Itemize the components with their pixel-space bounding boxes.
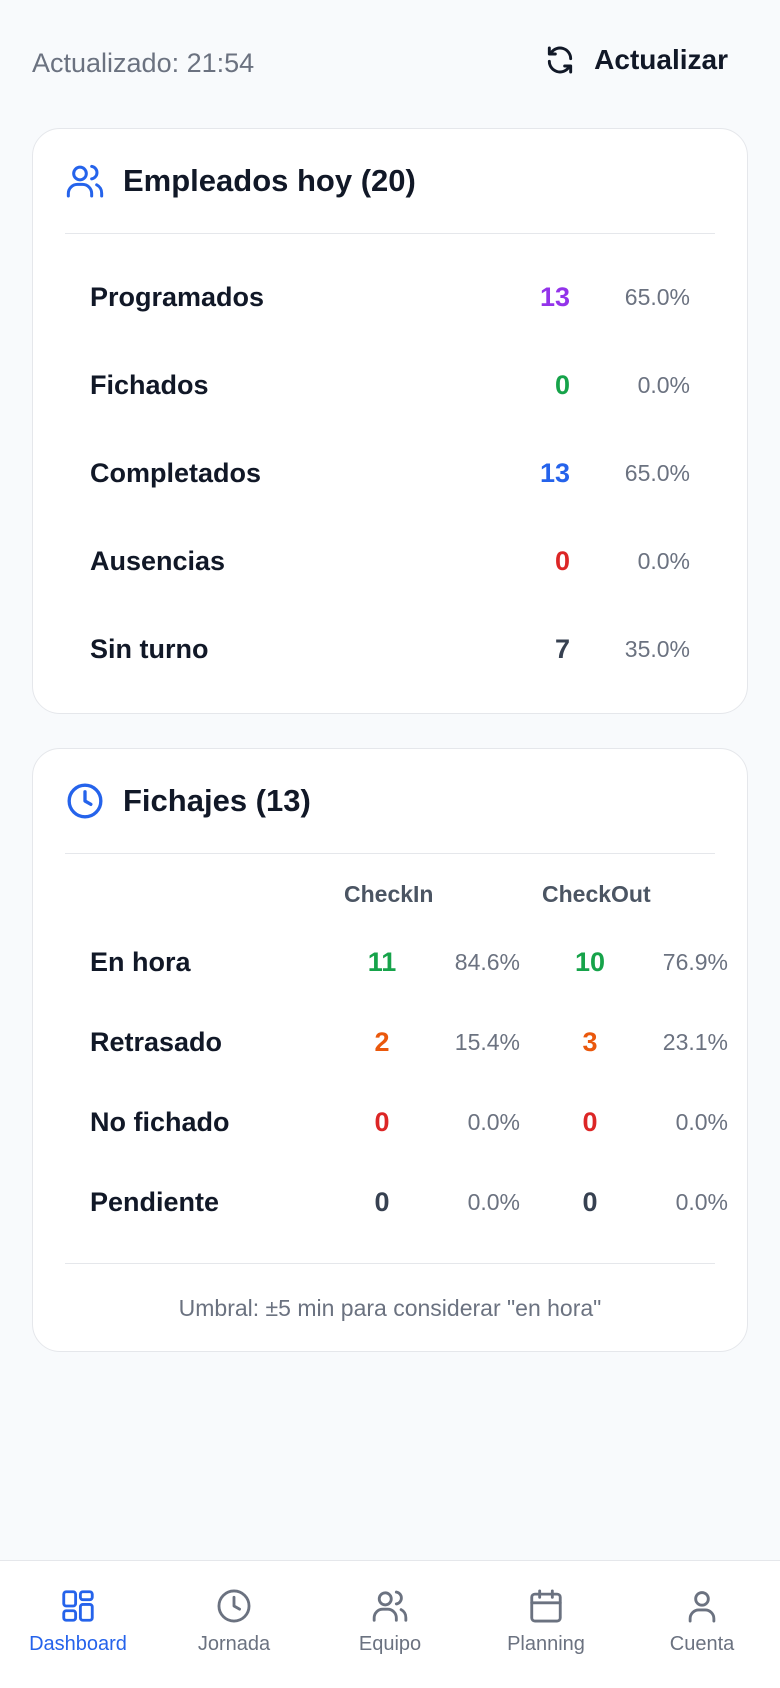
employees-card-title: Empleados hoy (20) (123, 163, 416, 198)
clock-icon (217, 1589, 251, 1623)
employee-stat-row: Programados 13 65.0% (90, 277, 690, 317)
checkin-percent: 0.0% (467, 1189, 520, 1215)
checkout-column-header: CheckOut (542, 881, 651, 907)
checkin-value: 2 (374, 1027, 390, 1057)
stat-percent: 0.0% (637, 547, 690, 574)
stat-percent: 65.0% (624, 459, 690, 486)
nav-item-planning[interactable]: Planning (468, 1561, 624, 1688)
calendar-icon (530, 1589, 562, 1623)
refresh-label: Actualizar (594, 44, 728, 75)
check-label: En hora (90, 947, 191, 977)
checkout-percent: 0.0% (675, 1109, 728, 1135)
stat-value: 0 (554, 545, 570, 576)
checkin-percent: 84.6% (454, 949, 520, 975)
check-label: Retrasado (90, 1027, 223, 1057)
checkin-percent: 15.4% (454, 1029, 520, 1055)
bottom-nav: Dashboard Jornada Equipo Planning Cuenta (0, 1560, 780, 1688)
check-stat-row: Retrasado 2 15.4% 3 23.1% (90, 1023, 728, 1063)
refresh-icon (548, 46, 573, 74)
stat-value: 13 (539, 281, 570, 312)
stat-label: Sin turno (90, 633, 209, 664)
employee-stat-row: Ausencias 0 0.0% (90, 541, 690, 581)
clock-icon (67, 783, 103, 819)
checks-card: Fichajes (13) CheckIn CheckOut En hora 11… (32, 748, 748, 1352)
stat-label: Completados (90, 457, 262, 488)
employee-stat-row: Fichados 0 0.0% (90, 365, 690, 405)
users-icon (372, 1590, 408, 1622)
checkin-value: 0 (374, 1107, 390, 1137)
stat-value: 7 (554, 633, 570, 664)
employees-card-header: Empleados hoy (20) (65, 129, 715, 234)
stat-percent: 65.0% (624, 283, 690, 310)
stat-percent: 35.0% (624, 635, 690, 662)
nav-label-planning: Planning (507, 1633, 585, 1655)
threshold-note: Umbral: ±5 min para considerar "en hora" (65, 1263, 715, 1353)
nav-label-cuenta: Cuenta (669, 1633, 735, 1655)
checks-card-header: Fichajes (13) (65, 749, 715, 854)
nav-label-equipo: Equipo (358, 1633, 422, 1655)
check-stat-row: En hora 11 84.6% 10 76.9% (90, 943, 728, 983)
stat-value: 13 (539, 457, 570, 488)
stat-label: Programados (90, 281, 265, 312)
nav-item-dashboard[interactable]: Dashboard (0, 1561, 156, 1688)
stat-percent: 0.0% (637, 371, 690, 398)
checkout-value: 0 (582, 1107, 598, 1137)
nav-label-jornada: Jornada (197, 1633, 271, 1655)
checkout-percent: 0.0% (675, 1189, 728, 1215)
employee-stat-row: Sin turno 7 35.0% (90, 629, 690, 669)
checkin-percent: 0.0% (467, 1109, 520, 1135)
checkin-column-header: CheckIn (344, 881, 434, 907)
employees-today-card: Empleados hoy (20) Programados 13 65.0% Fic… (32, 128, 748, 714)
stat-value: 0 (554, 369, 570, 400)
dashboard-icon (62, 1590, 94, 1622)
nav-label-dashboard: Dashboard (29, 1633, 127, 1655)
check-label: No fichado (90, 1107, 230, 1137)
checks-card-title: Fichajes (13) (123, 783, 311, 818)
checkout-percent: 76.9% (662, 949, 728, 975)
last-updated-text: Actualizado: 21:54 (32, 48, 255, 78)
check-stat-row: Pendiente 0 0.0% 0 0.0% (90, 1183, 728, 1223)
refresh-button[interactable]: Actualizar (544, 44, 728, 76)
checkin-value: 0 (374, 1187, 390, 1217)
nav-item-equipo[interactable]: Equipo (312, 1561, 468, 1688)
check-stat-row: No fichado 0 0.0% 0 0.0% (90, 1103, 728, 1143)
stat-label: Fichados (90, 369, 209, 400)
top-bar: Actualizado: 21:54 Actualizar (0, 0, 780, 130)
checkout-percent: 23.1% (662, 1029, 728, 1055)
checkout-value: 10 (574, 947, 606, 977)
checkout-value: 0 (582, 1187, 598, 1217)
check-label: Pendiente (90, 1187, 220, 1217)
employee-stat-row: Completados 13 65.0% (90, 453, 690, 493)
users-icon (66, 164, 104, 198)
nav-item-cuenta[interactable]: Cuenta (624, 1561, 780, 1688)
stat-label: Ausencias (90, 545, 226, 576)
nav-item-jornada[interactable]: Jornada (156, 1561, 312, 1688)
user-icon (688, 1591, 716, 1623)
checkin-value: 11 (367, 947, 397, 977)
checkout-value: 3 (582, 1027, 598, 1057)
